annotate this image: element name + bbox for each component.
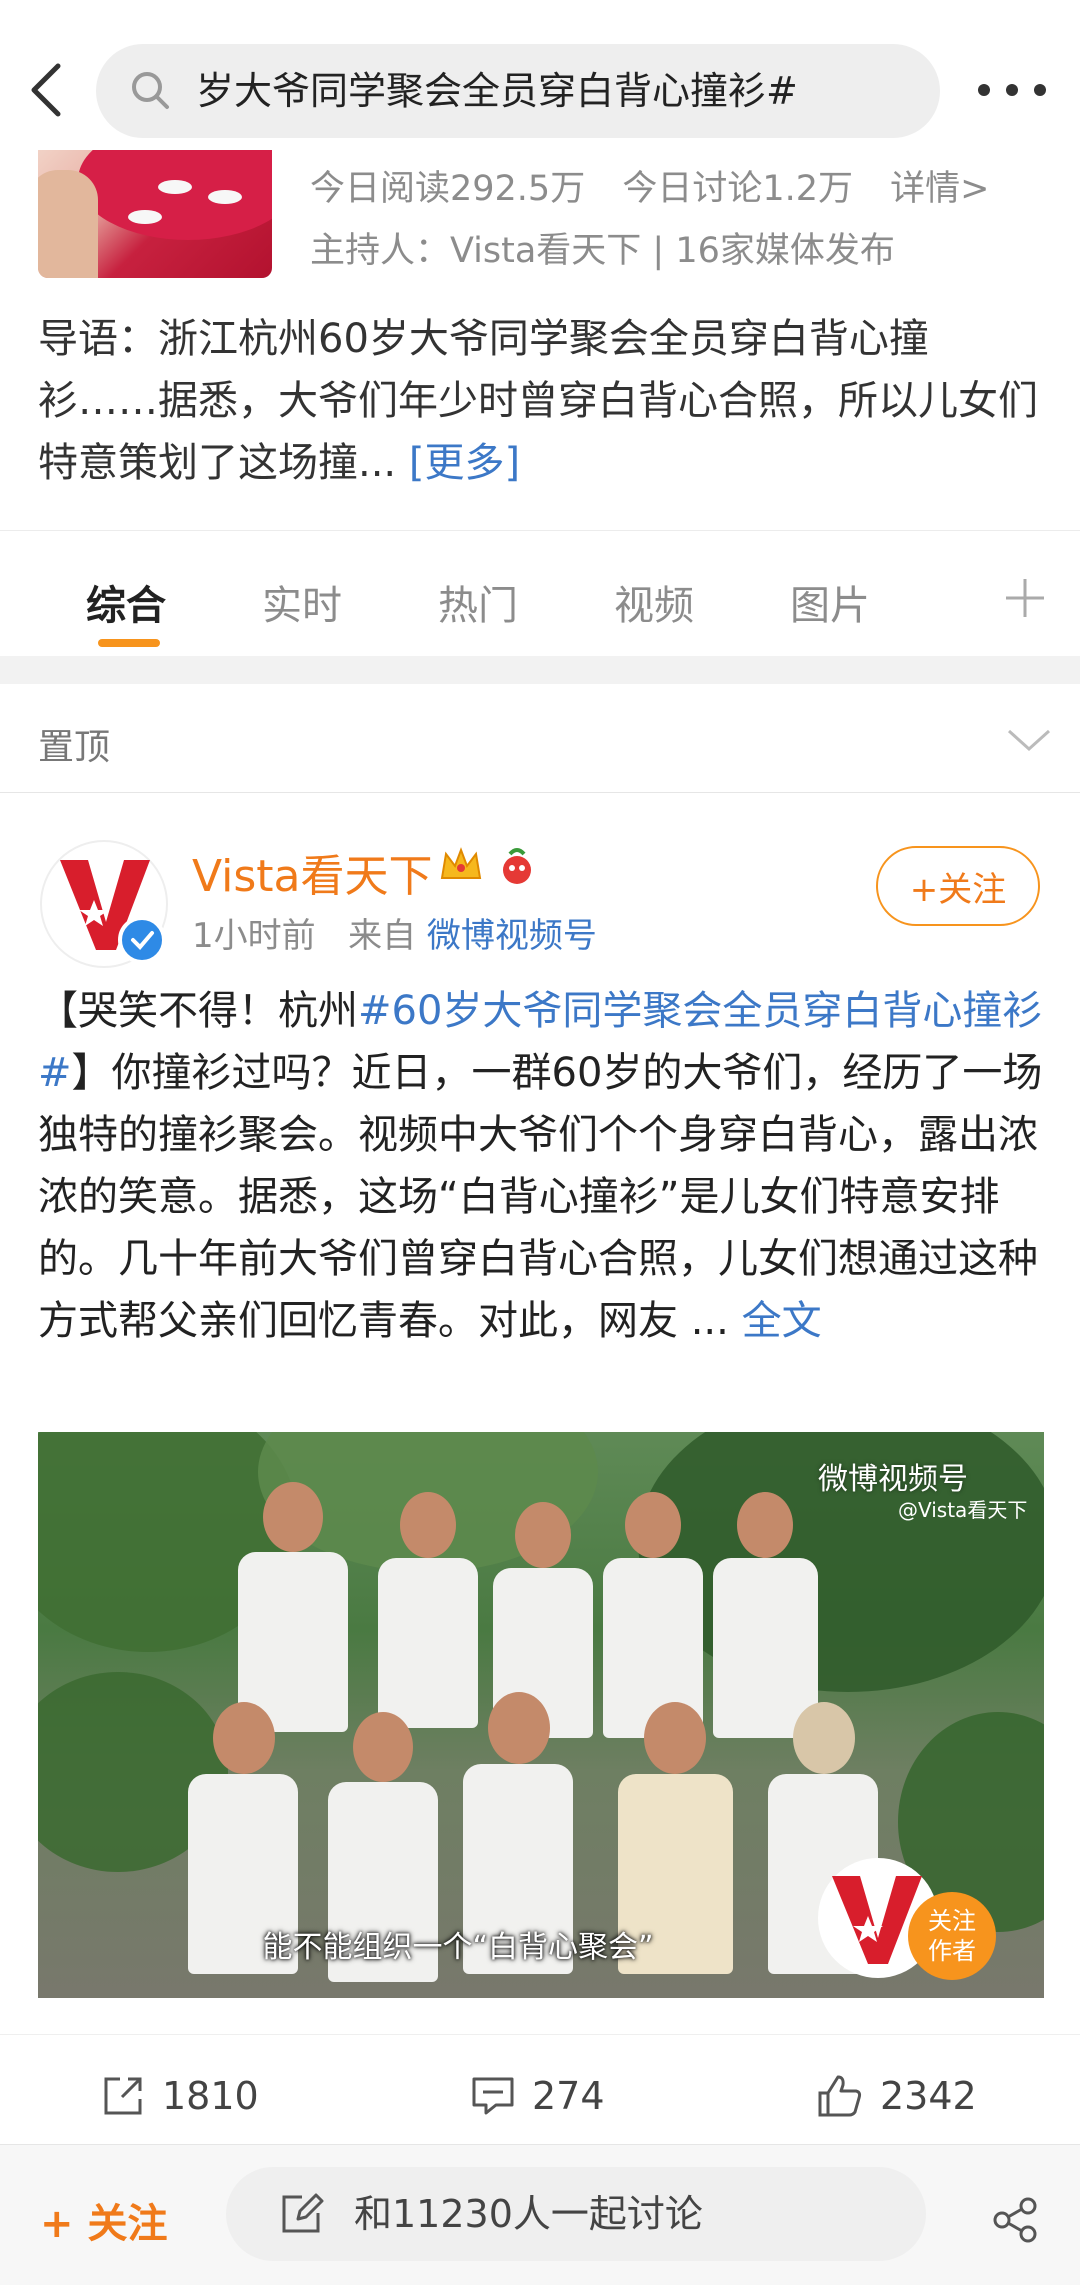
discuss-placeholder: 和11230人一起讨论 [354,2192,703,2236]
read-count: 今日阅读292.5万 [310,169,586,209]
follow-button[interactable]: +关注 [876,846,1040,926]
top-search-header: 岁大爷同学聚会全员穿白背心撞衫# [0,0,1080,150]
follow-topic-button[interactable]: + 关注 [40,2191,167,2249]
section-divider [0,656,1080,684]
follow-author-button[interactable]: 关注 作者 [908,1892,996,1980]
more-options-icon[interactable] [978,80,1050,100]
search-icon [132,72,169,109]
full-text-link[interactable]: 全文 [742,1298,822,1344]
discuss-count: 今日讨论1.2万 [622,169,854,209]
video-player[interactable]: 微博视频号 @Vista看天下 能不能组织一个“白背心聚会” 关注 作者 [38,1432,1044,1998]
post-action-bar: 1810 274 2342 [0,2034,1080,2151]
author-name[interactable]: Vista看天下 [192,840,433,904]
video-watermark: 微博视频号 [818,1462,968,1497]
tab-realtime[interactable]: 实时 [262,573,342,631]
repost-button[interactable]: 1810 [100,2073,259,2119]
edit-icon [282,2193,324,2233]
search-input[interactable]: 岁大爷同学聚会全员穿白背心撞衫# [96,44,940,138]
bottom-bar: + 关注 和11230人一起讨论 [0,2144,1080,2285]
topic-thumbnail[interactable] [38,150,272,278]
repost-count: 1810 [162,2074,259,2118]
pinned-section[interactable]: 置顶 [0,684,1080,793]
intro-more-link[interactable]: [更多] [409,440,520,486]
follow-author-line1: 关注 [928,1907,976,1935]
topic-intro-text: 导语：浙江杭州60岁大爷同学聚会全员穿白背心撞衫……据悉，大爷们年少时曾穿白背心… [38,316,1038,486]
verified-badge-icon [118,916,166,964]
share-icon[interactable] [990,2195,1040,2245]
tab-images[interactable]: 图片 [790,573,870,631]
topic-detail-link[interactable]: 详情> [890,169,989,209]
tab-comprehensive[interactable]: 综合 [86,573,166,631]
video-watermark-handle: @Vista看天下 [898,1498,1028,1522]
back-arrow-icon[interactable] [26,60,66,120]
tab-bar: 综合 实时 热门 视频 图片 [0,530,1080,655]
tab-hot[interactable]: 热门 [438,573,518,631]
post-source[interactable]: 微博视频号 [427,916,597,956]
post-time: 1小时前 [192,916,316,956]
post-meta: 1小时前 来自 微博视频号 [192,908,597,957]
like-button[interactable]: 2342 [816,2073,977,2119]
tab-video[interactable]: 视频 [614,573,694,631]
pinned-label: 置顶 [38,727,111,768]
thumbs-up-icon [818,2075,862,2117]
search-query-text: 岁大爷同学聚会全员穿白背心撞衫# [196,69,798,113]
comment-icon [472,2077,514,2115]
post-body-prefix: 【哭笑不得！杭州 [38,988,358,1034]
active-tab-indicator [98,639,160,647]
video-caption: 能不能组织一个“白背心聚会” [262,1930,654,1965]
topic-intro: 导语：浙江杭州60岁大爷同学聚会全员穿白背心撞衫……据悉，大爷们年少时曾穿白背心… [38,308,1048,494]
share-out-icon [104,2077,142,2115]
crown-icon [440,847,482,879]
add-tab-icon[interactable] [1002,575,1048,621]
chevron-down-icon[interactable] [1006,728,1052,752]
topic-stats: 今日阅读292.5万 今日讨论1.2万 详情> [310,160,1015,211]
comment-count: 274 [532,2074,605,2118]
topic-host: 主持人：Vista看天下 | 16家媒体发布 [310,231,895,271]
post-body-text: 】你撞衫过吗？近日，一群60岁的大爷们，经历了一场独特的撞衫聚会。视频中大爷们个… [38,1050,1043,1344]
discuss-input[interactable]: 和11230人一起讨论 [226,2167,926,2261]
like-count: 2342 [880,2074,977,2118]
fruit-badge-icon [503,848,531,884]
follow-author-line2: 作者 [928,1937,976,1965]
post-from-label: 来自 [348,916,417,956]
comment-button[interactable]: 274 [470,2073,605,2119]
post-body: 【哭笑不得！杭州#60岁大爷同学聚会全员穿白背心撞衫#】你撞衫过吗？近日，一群6… [38,980,1048,1352]
